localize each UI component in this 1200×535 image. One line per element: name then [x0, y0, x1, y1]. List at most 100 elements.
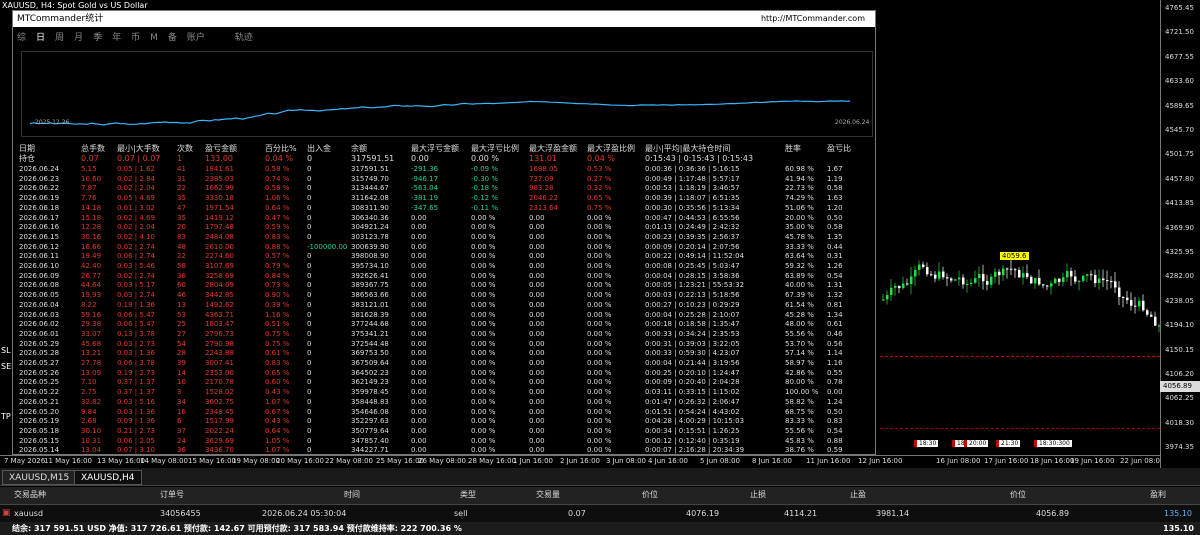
chart-tab-1[interactable]: XAUUSD,H4 [74, 470, 142, 485]
stats-row[interactable]: 2026.05.26 13.09 0.19 | 2.73 14 2353.00 0.65 … [19, 369, 875, 378]
stats-row[interactable]: 2026.06.03 59.16 0.06 | 5.47 53 4363.71 1.16 … [19, 311, 875, 320]
stats-cell: 0.58 % [265, 165, 290, 173]
stats-nav-8[interactable]: 备 [168, 30, 177, 43]
stats-cell: 2022.24 [205, 426, 234, 435]
terminal-header-4[interactable]: 交易量 [536, 487, 560, 503]
terminal-header-1[interactable]: 订单号 [160, 487, 184, 503]
stats-cell: 392626.41 [351, 271, 389, 280]
terminal-header-5[interactable]: 价位 [642, 487, 658, 503]
stats-cell: 0:01:13 | 0:24:49 | 2:42:32 [645, 223, 740, 232]
stats-row[interactable]: 2026.06.22 7.87 0.02 | 2.04 22 1662.99 0.58 %… [19, 184, 875, 193]
stats-nav-10[interactable]: 轨迹 [235, 30, 253, 43]
stats-row[interactable]: 2026.06.17 15.18 0.02 | 4.69 35 1419.12 0.47 … [19, 214, 875, 223]
terminal-header-2[interactable]: 时间 [344, 487, 360, 503]
stats-cell: 0.00 [411, 397, 427, 406]
stats-nav-5[interactable]: 年 [112, 30, 121, 43]
stats-nav-0[interactable]: 综 [17, 30, 26, 43]
stats-row[interactable]: 2026.06.12 16.66 0.02 | 2.74 48 2610.00 0.88 … [19, 243, 875, 252]
stats-cell: 0.00 [411, 417, 427, 426]
stats-header-3: 次数 [177, 144, 193, 153]
candle-body [990, 276, 993, 285]
stats-nav-4[interactable]: 季 [93, 30, 102, 43]
stats-row[interactable]: 2026.06.15 30.16 0.02 | 4.10 83 2484.08 0.83 … [19, 233, 875, 242]
hold-cell: 持仓 [19, 154, 35, 163]
stats-row[interactable]: 2026.05.25 7.10 0.37 | 1.37 10 2170.78 0.60 %… [19, 378, 875, 387]
stats-cell: 55.56 % [785, 329, 814, 338]
stats-row[interactable]: 2026.05.27 27.78 0.06 | 3.78 39 3007.41 0.83 … [19, 359, 875, 368]
stats-nav-9[interactable]: 账户 [187, 30, 205, 43]
stats-nav-2[interactable]: 周 [55, 30, 64, 43]
stats-row[interactable]: 2026.05.15 10.31 0.06 | 2.05 24 3629.69 1.05 … [19, 437, 875, 446]
stats-cell: 0.50 [827, 407, 843, 416]
stats-row[interactable]: 2026.06.08 44.64 0.03 | 5.17 60 2804.09 0.73 … [19, 281, 875, 290]
candle-body [1110, 281, 1113, 283]
stats-cell: 0:00:25 | 0:20:10 | 1:24:47 [645, 368, 740, 377]
time-label: 28 May 16:00 [468, 457, 517, 465]
stats-row[interactable]: 2026.06.05 19.93 0.03 | 2.74 46 3442.85 0.90 … [19, 291, 875, 300]
terminal-header-7[interactable]: 止盈 [850, 487, 866, 503]
stats-link[interactable]: http://MTCommander.com [761, 11, 865, 27]
stats-cell: 377244.68 [351, 320, 389, 329]
stats-window[interactable]: MTCommander统计 http://MTCommander.com 综日周… [12, 10, 876, 455]
terminal-header-9[interactable]: 盈利 [1150, 487, 1166, 503]
stats-row[interactable]: 2026.06.19 7.76 0.05 | 4.69 35 3330.18 1.06 %… [19, 194, 875, 203]
stats-row[interactable]: 2026.05.28 13.21 0.03 | 1.36 28 2243.88 0.61 … [19, 349, 875, 358]
stats-cell: 15.18 [81, 213, 102, 222]
stats-row[interactable]: 2026.06.09 26.77 0.02 | 2.74 36 3258.69 0.84 … [19, 272, 875, 281]
chart-tab-0[interactable]: XAUUSD,M15 [2, 470, 77, 485]
candle-body [1126, 297, 1129, 301]
stats-cell: 0.00 % [471, 417, 496, 426]
stats-row[interactable]: 2026.05.29 45.68 0.03 | 2.73 54 2790.98 0.75 … [19, 340, 875, 349]
stats-cell: 1797.48 [205, 223, 234, 232]
candle-body [1118, 287, 1121, 297]
stats-cell: 2026.05.18 [19, 426, 60, 435]
stop-loss-line [880, 356, 1160, 357]
stats-row[interactable]: 2026.06.24 5.15 0.05 | 1.62 41 1841.61 0.58 %… [19, 165, 875, 174]
stats-cell: 0.00 [411, 436, 427, 445]
stats-title-bar[interactable]: MTCommander统计 http://MTCommander.com [13, 11, 875, 27]
stats-nav-1[interactable]: 日 [36, 30, 45, 43]
terminal-header-6[interactable]: 止损 [750, 487, 766, 503]
stats-cell: 2353.00 [205, 368, 234, 377]
stats-cell: 3330.18 [205, 194, 234, 203]
stats-cell: 2026.05.19 [19, 417, 60, 426]
candle-body [906, 283, 909, 285]
stats-row[interactable]: 2026.05.20 9.84 0.03 | 1.36 16 2348.45 0.67 %… [19, 408, 875, 417]
stats-row[interactable]: 2026.06.01 33.07 0.13 | 3.78 27 2796.73 0.75 … [19, 330, 875, 339]
terminal-header-8[interactable]: 价位 [1010, 487, 1026, 503]
stats-row[interactable]: 2026.06.23 10.60 0.02 | 2.84 31 2385.03 0.74 … [19, 175, 875, 184]
stats-cell: 359978.45 [351, 388, 389, 397]
stats-cell: 1.16 % [265, 310, 290, 319]
stats-row[interactable]: 2026.05.19 2.68 0.09 | 1.36 6 1517.99 0.43 % 0… [19, 417, 875, 426]
stats-cell: 0.00 % [471, 223, 496, 232]
stats-row[interactable]: 2026.05.22 2.75 0.37 | 1.37 3 1528.02 0.43 % 0… [19, 388, 875, 397]
stats-cell: 0.00 % [587, 232, 612, 241]
stats-row[interactable]: 2026.06.02 29.38 0.06 | 5.47 25 1803.47 0.51 … [19, 320, 875, 329]
stats-row[interactable]: 2026.06.16 12.28 0.02 | 2.04 20 1797.48 0.59 … [19, 223, 875, 232]
stats-cell: 2484.08 [205, 232, 234, 241]
candle-body [1030, 276, 1033, 284]
stats-row[interactable]: 2026.06.18 14.18 0.01 | 3.02 47 1971.54 0.64 … [19, 204, 875, 213]
stats-cell: 0.00 % [587, 349, 612, 358]
stats-cell: 0.00 % [587, 436, 612, 445]
stats-nav-3[interactable]: 月 [74, 30, 83, 43]
stats-cell: 0.03 | 2.74 [117, 291, 155, 300]
stats-row[interactable]: 2026.06.10 42.40 0.03 | 5.46 58 3107.69 0.79 … [19, 262, 875, 271]
time-label: 11 May 16:00 [44, 457, 93, 465]
take-profit-line [880, 428, 1160, 429]
stats-cell: 0:00:53 | 1:18:19 | 3:46:57 [645, 184, 740, 193]
stats-nav-7[interactable]: M [150, 33, 158, 43]
terminal-header-0[interactable]: 交易品种 [14, 487, 46, 503]
stats-nav-6[interactable]: 币 [131, 30, 140, 43]
time-label: 26 May 08:00 [418, 457, 467, 465]
terminal-header-3[interactable]: 类型 [460, 487, 476, 503]
stats-cell: 0.00 [411, 329, 427, 338]
stats-row[interactable]: 2026.06.11 19.49 0.06 | 2.74 22 2274.60 0.57 … [19, 252, 875, 261]
stats-row[interactable]: 2026.05.21 32.82 0.03 | 5.16 34 3602.75 1.07 … [19, 398, 875, 407]
equity-end-date: 2026.06.24 [835, 119, 870, 126]
order-row[interactable]: ▣ xauusd 34056455 2026.06.24 05:30:04 sell 0.… [0, 506, 1200, 522]
stats-row[interactable]: 2026.05.14 13.04 0.07 | 3.10 36 3436.70 1.07 … [19, 446, 875, 454]
stats-row[interactable]: 2026.05.18 30.10 0.21 | 2.73 37 2022.24 0.64 … [19, 427, 875, 436]
stats-row[interactable]: 2026.06.04 8.22 0.19 | 1.36 13 1492.62 0.39 %… [19, 301, 875, 310]
stats-cell: 1.07 % [265, 397, 290, 406]
